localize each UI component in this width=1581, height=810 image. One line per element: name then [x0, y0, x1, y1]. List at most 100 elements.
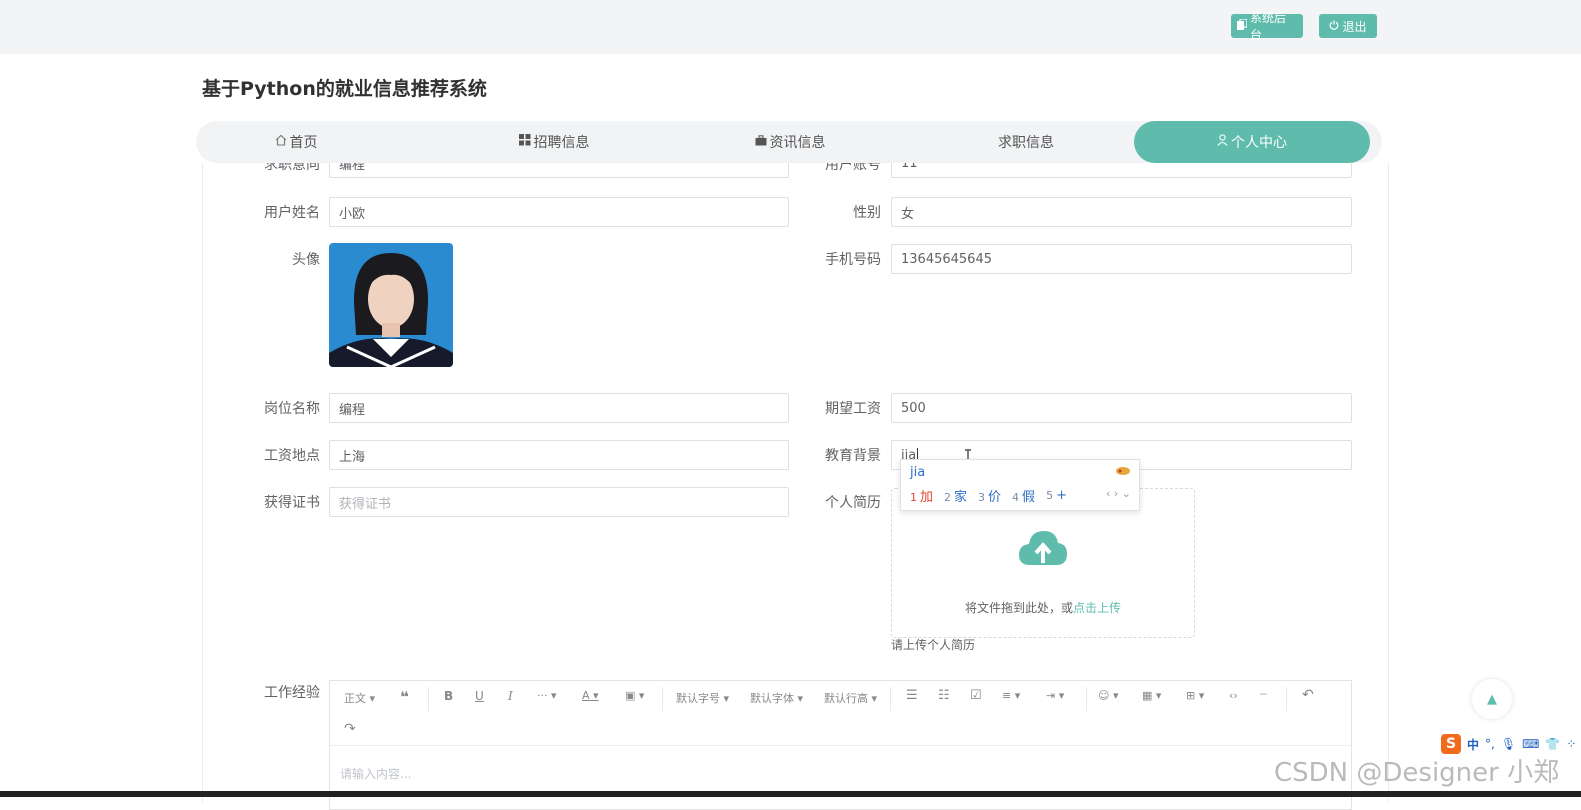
bold-icon[interactable]: B	[444, 689, 453, 703]
ime-candidate[interactable]: 2家	[944, 486, 967, 505]
ime-candidate[interactable]: 1加	[910, 486, 933, 505]
caret-up-icon: ▲	[1487, 691, 1497, 707]
emoji-icon[interactable]: ☺ ▾	[1098, 689, 1119, 702]
ime-candidates: 1加 2家 3价 4假 5 +	[910, 486, 1067, 505]
align-icon[interactable]: ≡ ▾	[1002, 689, 1020, 702]
experience-label: 工作经验	[264, 685, 320, 701]
admin-button-label: 系统后台	[1250, 11, 1287, 42]
nav-home[interactable]: 首页	[196, 121, 396, 163]
indent-icon[interactable]: ⇥ ▾	[1046, 689, 1064, 702]
account-label: 用户账号	[825, 163, 881, 173]
microphone-icon[interactable]: 🎙	[1501, 737, 1516, 751]
nav-news-label: 资讯信息	[769, 135, 826, 151]
salary-label: 期望工资	[825, 401, 881, 417]
salary-field[interactable]: 500	[891, 393, 1352, 423]
font-family-select[interactable]: 默认字体 ▾	[750, 690, 803, 706]
toolbox-icon[interactable]: ⁘	[1566, 737, 1576, 751]
intent-field[interactable]: 编程	[329, 163, 789, 178]
todo-icon[interactable]: ☑	[970, 688, 982, 703]
top-bar: 系统后台 退出	[0, 0, 1581, 54]
briefcase-icon	[755, 134, 767, 150]
paragraph-select[interactable]: 正文 ▾	[344, 690, 375, 706]
font-size-select[interactable]: 默认字号 ▾	[676, 690, 729, 706]
editor-toolbar: 正文 ▾ ❝ B U I ··· ▾ A ▾ ▣ ▾ 默认字号 ▾ 默认字体 ▾…	[330, 681, 1351, 746]
phone-label: 手机号码	[825, 252, 881, 268]
ime-candidate[interactable]: 3价	[978, 486, 1001, 505]
upload-text: 将文件拖到此处，或	[964, 601, 1073, 615]
upload-link[interactable]: 点击上传	[1073, 601, 1121, 615]
toolbar-divider	[428, 687, 429, 711]
toolbar-divider	[662, 687, 663, 711]
underline-icon[interactable]: U	[475, 689, 484, 703]
table-icon[interactable]: ⊞ ▾	[1186, 689, 1204, 702]
editor-placeholder: 请输入内容...	[340, 767, 412, 781]
main-nav: 首页 招聘信息 资讯信息 求职信息 个人中心	[196, 121, 1382, 163]
avatar-label: 头像	[292, 252, 320, 268]
font-color-icon[interactable]: A ▾	[582, 689, 599, 702]
code-icon[interactable]: ‹›	[1229, 689, 1238, 702]
nav-seeking-label: 求职信息	[998, 135, 1054, 151]
nav-jobs[interactable]: 招聘信息	[436, 121, 672, 163]
keyboard-icon[interactable]: ⌨	[1522, 737, 1539, 751]
grid-icon	[518, 134, 531, 150]
nav-personal-center[interactable]: 个人中心	[1134, 121, 1370, 163]
user-icon	[1217, 134, 1228, 150]
logout-button[interactable]: 退出	[1319, 14, 1377, 38]
job-field[interactable]: 编程	[329, 393, 789, 423]
job-label: 岗位名称	[264, 401, 320, 417]
redo-icon[interactable]: ↷	[344, 721, 356, 737]
nav-personal-center-label: 个人中心	[1231, 135, 1287, 151]
image-icon[interactable]: ▦ ▾	[1142, 689, 1161, 702]
line-height-select[interactable]: 默认行高 ▾	[824, 690, 877, 706]
copy-icon	[1237, 18, 1248, 33]
resume-label: 个人简历	[825, 495, 881, 511]
location-label: 工资地点	[264, 448, 320, 464]
ime-mode-indicator[interactable]: 中	[1467, 736, 1479, 753]
ime-page-arrows-icon[interactable]: ‹ › ⌄	[1106, 487, 1131, 500]
name-field[interactable]: 小欧	[329, 197, 789, 227]
numbered-list-icon[interactable]: ☷	[938, 688, 950, 703]
nav-jobs-label: 招聘信息	[533, 135, 590, 151]
power-icon	[1329, 19, 1339, 33]
avatar-image[interactable]	[329, 243, 453, 367]
nav-home-label: 首页	[289, 135, 318, 151]
quote-icon[interactable]: ❝	[400, 688, 409, 706]
toolbar-divider	[1286, 687, 1287, 711]
name-label: 用户姓名	[264, 205, 320, 221]
bottom-edge	[0, 791, 1581, 797]
background-color-icon[interactable]: ▣ ▾	[625, 689, 644, 702]
location-field[interactable]: 上海	[329, 440, 789, 470]
divider-icon[interactable]: ┈	[1260, 688, 1267, 701]
ime-candidate-window: jia 1加 2家 3价 4假 5 + ‹ › ⌄	[900, 459, 1140, 511]
upload-tip: 请上传个人简历	[891, 638, 976, 652]
form-row-clipped: 求职意向 编程 用户账号 11	[0, 163, 1581, 183]
account-field[interactable]: 11	[891, 163, 1352, 178]
phone-field[interactable]: 13645645645	[891, 244, 1352, 274]
admin-button[interactable]: 系统后台	[1231, 11, 1303, 42]
intent-label: 求职意向	[264, 163, 320, 173]
home-icon	[275, 134, 287, 150]
gender-field[interactable]: 女	[891, 197, 1352, 227]
sogou-logo-icon: S	[1441, 734, 1461, 754]
shirt-icon[interactable]: 👕	[1545, 737, 1560, 751]
bullet-list-icon[interactable]: ☰	[906, 688, 918, 703]
nav-news[interactable]: 资讯信息	[672, 121, 908, 163]
upload-instructions: 将文件拖到此处，或点击上传	[892, 599, 1194, 616]
cloud-upload-icon	[1018, 529, 1068, 571]
site-title: 基于Python的就业信息推荐系统	[202, 78, 487, 100]
sogou-skin-icon	[1115, 465, 1131, 480]
nav-seeking[interactable]: 求职信息	[908, 121, 1144, 163]
education-label: 教育背景	[825, 448, 881, 464]
ime-composition: jia	[910, 465, 926, 480]
punctuation-icon[interactable]: °,	[1485, 737, 1495, 751]
gender-label: 性别	[853, 205, 881, 221]
undo-icon[interactable]: ↶	[1302, 687, 1314, 703]
cert-field[interactable]: 获得证书	[329, 487, 789, 517]
ime-candidate[interactable]: 5 +	[1046, 488, 1067, 503]
more-style-icon[interactable]: ··· ▾	[537, 689, 557, 702]
back-to-top-button[interactable]: ▲	[1472, 679, 1512, 719]
italic-icon[interactable]: I	[508, 689, 513, 703]
toolbar-divider	[890, 687, 891, 711]
ime-candidate[interactable]: 4假	[1012, 486, 1035, 505]
watermark: CSDN @Designer 小郑	[1274, 758, 1560, 788]
